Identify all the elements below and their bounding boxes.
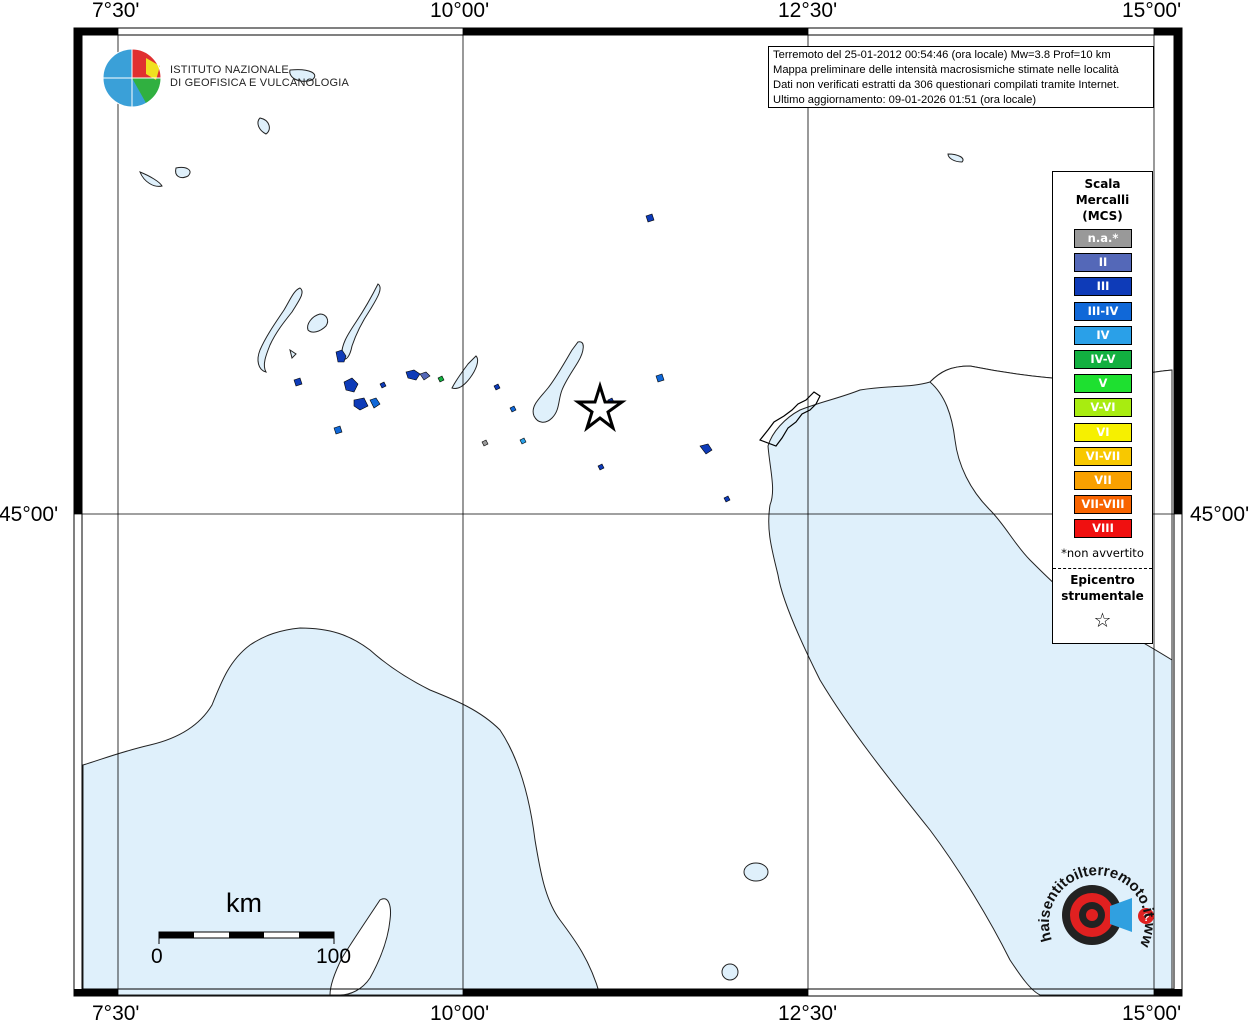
tick-left-lat: 45°00'	[0, 503, 59, 526]
institute-name: ISTITUTO NAZIONALE DI GEOFISICA E VULCAN…	[170, 64, 349, 90]
legend-title-line2: Mercalli	[1075, 193, 1130, 207]
tick-top-3: 15°00'	[1122, 0, 1182, 22]
event-line1: Terremoto del 25-01-2012 00:54:46 (ora l…	[773, 49, 1111, 61]
tick-right-lat: 45°00'	[1190, 503, 1250, 526]
legend-item-11: VII-VIII	[1074, 495, 1132, 515]
legend-item-0: n.a.*	[1074, 229, 1132, 248]
legend-note: *non avvertito	[1061, 546, 1144, 560]
legend-item-2: III	[1074, 277, 1132, 297]
legend-item-5: IV-V	[1074, 350, 1132, 369]
legend-epicenter-line2: strumentale	[1061, 589, 1144, 603]
legend-item-4: IV	[1074, 325, 1132, 345]
scale-min: 0	[151, 945, 163, 968]
legend-star-icon: ☆	[1093, 608, 1112, 632]
legend-epicenter-label: Epicentro strumentale	[1053, 572, 1152, 604]
legend-divider	[1053, 568, 1152, 569]
legend-title-line3: (MCS)	[1082, 209, 1123, 223]
event-line4: Ultimo aggiornamento: 09-01-2026 01:51 (…	[773, 94, 1037, 106]
tick-bottom-1: 10°00'	[430, 1002, 490, 1025]
event-info-box: Terremoto del 25-01-2012 00:54:46 (ora l…	[768, 46, 1154, 108]
legend-item-7: V-VI	[1074, 398, 1132, 418]
ingv-logo-icon	[102, 48, 162, 108]
legend-item-8: VI	[1074, 422, 1132, 442]
tick-top-2: 12°30'	[778, 0, 838, 22]
tick-bottom-2: 12°30'	[778, 1002, 838, 1025]
lake-garda	[532, 341, 584, 423]
legend-item-6: V	[1074, 374, 1132, 394]
event-line2: Mappa preliminare delle intensità macros…	[773, 64, 1119, 76]
tick-bottom-3: 15°00'	[1122, 1002, 1182, 1025]
institute-line1: ISTITUTO NAZIONALE	[170, 64, 289, 76]
legend-item-10: VII	[1074, 471, 1132, 490]
event-line3: Dati non verificati estratti da 306 ques…	[773, 79, 1120, 91]
scale-max: 100	[316, 945, 352, 968]
institute-line2: DI GEOFISICA E VULCANOLOGIA	[170, 77, 349, 89]
tick-bottom-0: 7°30'	[92, 1002, 140, 1025]
legend-item-1: II	[1074, 253, 1132, 273]
epicenter-star-icon[interactable]	[573, 380, 627, 433]
legend-title: Scala Mercalli (MCS)	[1053, 176, 1152, 224]
legend-title-line1: Scala	[1084, 177, 1121, 191]
legend-item-9: VI-VII	[1074, 446, 1132, 466]
lakes	[139, 69, 964, 389]
mcs-legend: Scala Mercalli (MCS) n.a.* II III III-IV IV I…	[1052, 171, 1153, 644]
ligurian-sea	[82, 627, 601, 996]
legend-epicenter-line1: Epicentro	[1070, 573, 1135, 587]
scale-unit: km	[226, 888, 262, 918]
intensity-patches	[293, 213, 731, 503]
tick-top-0: 7°30'	[92, 0, 140, 22]
legend-item-3: III-IV	[1074, 301, 1132, 321]
tick-top-1: 10°00'	[430, 0, 490, 22]
legend-item-12: VIII	[1074, 519, 1132, 539]
